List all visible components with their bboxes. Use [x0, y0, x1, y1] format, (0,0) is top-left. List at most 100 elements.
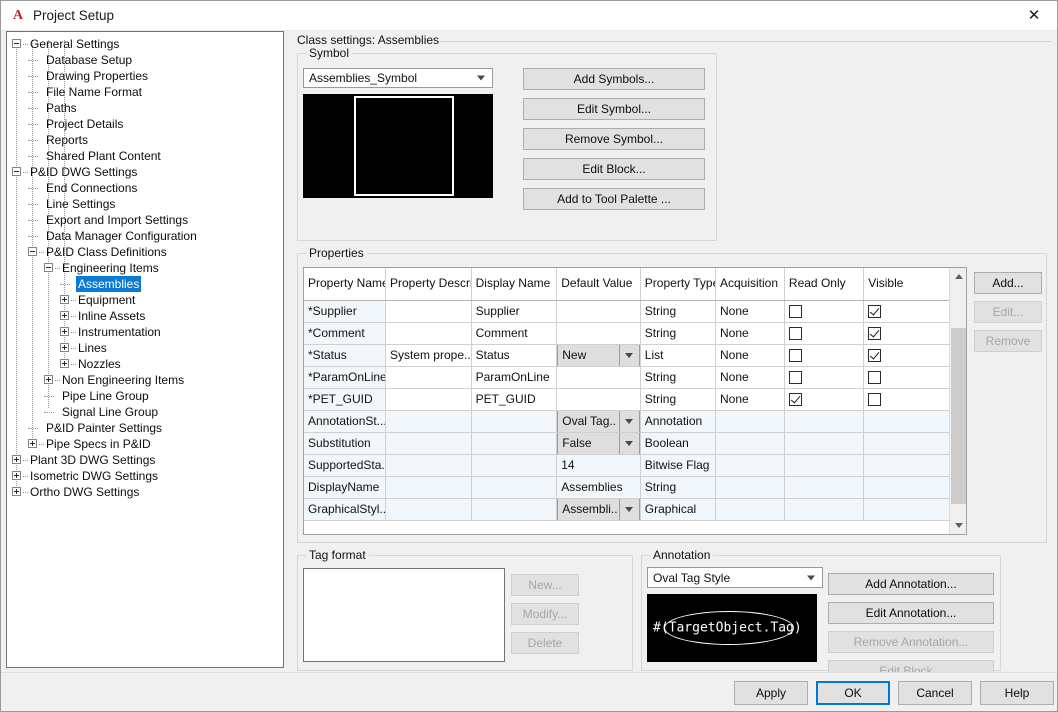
default-value-combo[interactable]: Oval Tag... [557, 410, 640, 431]
column-header-acquisition[interactable]: Acquisition [715, 268, 785, 301]
symbol-edit-block-button[interactable]: Edit Block... [523, 158, 705, 180]
expand-icon[interactable] [60, 359, 69, 368]
tree-item-pipe-specs-in-p-id[interactable]: Pipe Specs in P&ID [7, 436, 283, 452]
tree-item-inline-assets[interactable]: Inline Assets [7, 308, 283, 324]
cell-default-value[interactable] [556, 300, 641, 323]
table-row[interactable]: Substitution False Boolean [304, 432, 950, 455]
cell-default-value[interactable]: Assembli... [556, 498, 641, 521]
tree-item-end-connections[interactable]: End Connections [7, 180, 283, 196]
cell-visible[interactable] [863, 300, 950, 323]
tree-item-instrumentation[interactable]: Instrumentation [7, 324, 283, 340]
cell-read-only[interactable] [784, 344, 865, 367]
table-row[interactable]: GraphicalStyl... Assembli... Graphical [304, 498, 950, 521]
tree-item-shared-plant-content[interactable]: Shared Plant Content [7, 148, 283, 164]
tree-item-paths[interactable]: Paths [7, 100, 283, 116]
chevron-down-icon[interactable] [618, 432, 639, 453]
collapse-icon[interactable] [44, 263, 53, 272]
table-row[interactable]: *Status System prope... Status New List None [304, 344, 950, 367]
tree-item-lines[interactable]: Lines [7, 340, 283, 356]
settings-tree-panel[interactable]: General Settings Database Setup Drawing Pr… [6, 31, 284, 668]
cell-default-value[interactable]: New [556, 344, 641, 367]
chevron-down-icon[interactable] [618, 410, 639, 431]
expand-icon[interactable] [60, 343, 69, 352]
tree-item-nozzles[interactable]: Nozzles [7, 356, 283, 372]
table-row[interactable]: DisplayName Assemblies String [304, 476, 950, 499]
table-row[interactable]: AnnotationSt... Oval Tag... Annotation [304, 410, 950, 433]
default-value-combo[interactable]: Assembli... [557, 498, 640, 519]
collapse-icon[interactable] [12, 39, 21, 48]
cell-visible[interactable] [863, 388, 950, 411]
cell-visible[interactable] [863, 322, 950, 345]
tree-item-signal-line-group[interactable]: Signal Line Group [7, 404, 283, 420]
tree-item-plant-3d-dwg-settings[interactable]: Plant 3D DWG Settings [7, 452, 283, 468]
tree-item-isometric-dwg-settings[interactable]: Isometric DWG Settings [7, 468, 283, 484]
cell-read-only[interactable] [784, 322, 865, 345]
cell-read-only[interactable] [784, 388, 865, 411]
cell-read-only[interactable] [784, 300, 865, 323]
tree-item-drawing-properties[interactable]: Drawing Properties [7, 68, 283, 84]
chevron-down-icon[interactable] [618, 498, 639, 519]
expand-icon[interactable] [60, 311, 69, 320]
annotation-style-combo[interactable]: Oval Tag Style [647, 567, 823, 588]
tree-item-ortho-dwg-settings[interactable]: Ortho DWG Settings [7, 484, 283, 500]
tree-item-database-setup[interactable]: Database Setup [7, 52, 283, 68]
cell-default-value[interactable] [556, 322, 641, 345]
visible-checkbox[interactable] [868, 349, 882, 363]
read-only-checkbox[interactable] [788, 349, 802, 363]
footer-cancel-button[interactable]: Cancel [898, 681, 972, 705]
visible-checkbox[interactable] [868, 371, 882, 385]
tree-item-non-engineering-items[interactable]: Non Engineering Items [7, 372, 283, 388]
tag-format-list[interactable] [303, 568, 505, 662]
column-header-default-value[interactable]: Default Value [556, 268, 641, 301]
table-row[interactable]: *Supplier Supplier String None [304, 300, 950, 323]
expand-icon[interactable] [44, 375, 53, 384]
cell-default-value[interactable] [556, 388, 641, 411]
read-only-checkbox[interactable] [788, 371, 802, 385]
symbol-combo[interactable]: Assemblies_Symbol [303, 68, 493, 88]
symbol-edit-symbol-button[interactable]: Edit Symbol... [523, 98, 705, 120]
collapse-icon[interactable] [28, 247, 37, 256]
visible-checkbox[interactable] [868, 393, 882, 407]
tree-item-file-name-format[interactable]: File Name Format [7, 84, 283, 100]
column-header-property-name[interactable]: Property Name [304, 268, 386, 301]
read-only-checkbox[interactable] [788, 305, 802, 319]
footer-ok-button[interactable]: OK [816, 681, 890, 705]
default-value-combo[interactable]: False [557, 432, 640, 453]
cell-default-value[interactable]: Oval Tag... [556, 410, 641, 433]
tree-item-data-manager-configuration[interactable]: Data Manager Configuration [7, 228, 283, 244]
annotation-add-annotation-button[interactable]: Add Annotation... [828, 573, 994, 595]
default-value-combo[interactable]: New [557, 344, 640, 365]
cell-default-value[interactable]: False [556, 432, 641, 455]
properties-vscrollbar[interactable] [949, 268, 966, 534]
read-only-checkbox[interactable] [788, 393, 802, 407]
column-header-display-name[interactable]: Display Name [471, 268, 558, 301]
properties-add-button[interactable]: Add... [974, 272, 1042, 294]
tree-item-general-settings[interactable]: General Settings [7, 36, 283, 52]
properties-scroll-thumb[interactable] [951, 328, 966, 504]
tree-item-reports[interactable]: Reports [7, 132, 283, 148]
column-header-visible[interactable]: Visible [863, 268, 950, 301]
tree-item-export-and-import-settings[interactable]: Export and Import Settings [7, 212, 283, 228]
footer-apply-button[interactable]: Apply [734, 681, 808, 705]
cell-default-value[interactable]: 14 [556, 454, 641, 477]
cell-read-only[interactable] [784, 366, 865, 389]
expand-icon[interactable] [60, 327, 69, 336]
read-only-checkbox[interactable] [788, 327, 802, 341]
table-row[interactable]: *Comment Comment String None [304, 322, 950, 345]
table-row[interactable]: *PET_GUID PET_GUID String None [304, 388, 950, 411]
properties-table-wrap[interactable]: Property NameProperty DescriptionDisplay… [303, 267, 967, 535]
tree-item-project-details[interactable]: Project Details [7, 116, 283, 132]
cell-visible[interactable] [863, 344, 950, 367]
tree-item-engineering-items[interactable]: Engineering Items [7, 260, 283, 276]
column-header-property-type[interactable]: Property Type [640, 268, 717, 301]
expand-icon[interactable] [12, 455, 21, 464]
symbol-remove-symbol-button[interactable]: Remove Symbol... [523, 128, 705, 150]
expand-icon[interactable] [12, 487, 21, 496]
tree-item-p-id-class-definitions[interactable]: P&ID Class Definitions [7, 244, 283, 260]
chevron-down-icon[interactable] [618, 344, 639, 365]
cell-default-value[interactable] [556, 366, 641, 389]
cell-visible[interactable] [863, 366, 950, 389]
close-icon[interactable]: ✕ [1011, 1, 1057, 30]
tree-item-equipment[interactable]: Equipment [7, 292, 283, 308]
cell-default-value[interactable]: Assemblies [556, 476, 641, 499]
